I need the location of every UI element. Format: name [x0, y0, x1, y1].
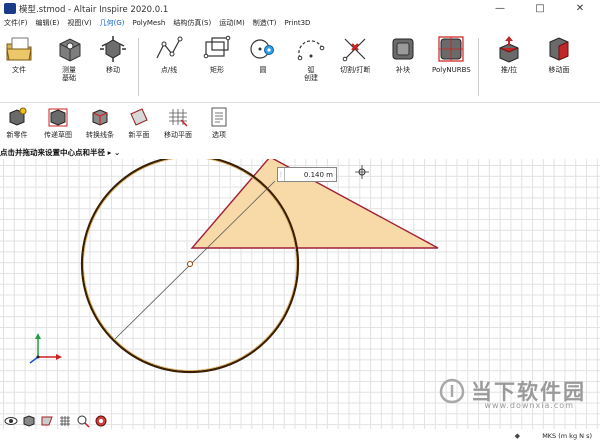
point-line-label: 点/线	[160, 66, 178, 74]
file-button[interactable]: 文件	[4, 34, 34, 74]
move-icon	[100, 36, 126, 62]
circle-label: 圆	[259, 66, 267, 74]
point-line-icon	[156, 36, 183, 59]
new-part-icon	[9, 107, 27, 126]
menu-item-2[interactable]: 视图(V)	[63, 17, 95, 30]
push-pull-icon	[499, 36, 519, 63]
new-plane-icon	[130, 108, 148, 126]
ribbon-divider	[138, 38, 139, 96]
move-plane-button[interactable]: 移动平面	[164, 106, 192, 140]
sketch-tools-bar: 新零件 传递草图 转换线条 新平面 移动平面 选项	[0, 102, 240, 148]
app-logo-icon	[4, 3, 16, 14]
watermark-logo-icon	[439, 378, 465, 404]
crosshair-cursor-icon	[355, 165, 369, 179]
zoom-icon[interactable]	[76, 414, 90, 428]
measure-button[interactable]: 测量 基础	[54, 34, 84, 82]
transfer-sketch-label: 传递草图	[44, 131, 72, 139]
circle-icon	[250, 39, 274, 59]
axis-triad-icon	[29, 333, 62, 364]
eye-visibility-icon[interactable]	[4, 414, 18, 428]
move-face-label: 移动面	[548, 66, 570, 74]
trim-break-icon	[342, 38, 366, 62]
new-part-button[interactable]: 新零件	[6, 106, 28, 140]
view-cube-icon[interactable]	[22, 414, 36, 428]
menu-bar: 文件(F) 编辑(E) 视图(V) 几何(G) PolyMesh 结构仿真(S) 运动(M)…	[0, 17, 600, 31]
polynurbs-label: PolyNURBS	[432, 66, 471, 74]
circle-button[interactable]: 圆	[248, 34, 278, 74]
move-plane-label: 移动平面	[164, 131, 192, 139]
trim-break-label: 切割/打断	[340, 66, 371, 74]
polynurbs-icon	[438, 36, 464, 62]
section-icon[interactable]	[40, 414, 54, 428]
center-point[interactable]	[187, 261, 193, 267]
trim-break-button[interactable]: 切割/打断	[340, 34, 370, 74]
units-indicator-icon: ◆	[514, 432, 520, 440]
menu-item-3[interactable]: 几何(G)	[95, 17, 129, 31]
file-folder-icon	[6, 37, 32, 61]
menu-item-6[interactable]: 运动(M)	[215, 17, 249, 30]
convert-lines-label: 转换线条	[86, 131, 114, 139]
polynurbs-button[interactable]: PolyNURBS	[432, 34, 471, 74]
convert-lines-icon	[92, 109, 108, 126]
title-bar: 模型.stmod - Altair Inspire 2020.0.1 — □ ✕	[0, 0, 600, 17]
patch-label: 补块	[396, 66, 410, 74]
fit-view-icon[interactable]	[94, 414, 108, 428]
units-selector[interactable]: MKS (m kg N s)	[542, 432, 592, 440]
menu-item-0[interactable]: 文件(F)	[0, 17, 32, 30]
radius-dimension-box[interactable]: ⋮	[277, 167, 337, 182]
options-icon	[211, 107, 227, 127]
ribbon: 文件 测量 基础 移动 点/线 矩形 圆 弧 创建 切割/打断 补块 PolyN…	[0, 30, 600, 103]
measure-label: 测量 基础	[62, 66, 76, 82]
options-label: 选项	[212, 131, 226, 139]
radius-value-input[interactable]	[285, 170, 336, 179]
arc-label: 弧 创建	[304, 66, 318, 82]
file-label: 文件	[12, 66, 26, 74]
menu-item-8[interactable]: Print3D	[281, 17, 315, 30]
point-line-button[interactable]: 点/线	[154, 34, 184, 74]
grid-toggle-icon[interactable]	[58, 414, 72, 428]
rectangle-icon	[203, 35, 231, 59]
menu-item-1[interactable]: 编辑(E)	[32, 17, 64, 30]
new-part-label: 新零件	[6, 131, 28, 139]
ribbon-divider	[478, 38, 479, 96]
drag-handle-icon[interactable]: ⋮	[278, 168, 285, 181]
move-label: 移动	[106, 66, 120, 74]
window-title: 模型.stmod - Altair Inspire 2020.0.1	[19, 4, 169, 15]
bottom-toolbar: ◆ MKS (m kg N s)	[0, 410, 600, 443]
transfer-sketch-icon	[48, 108, 68, 127]
close-button[interactable]: ✕	[560, 0, 600, 17]
convert-lines-button[interactable]: 转换线条	[86, 106, 114, 140]
menu-item-7[interactable]: 制造(T)	[249, 17, 281, 30]
arc-button[interactable]: 弧 创建	[296, 34, 326, 82]
push-pull-button[interactable]: 推/拉	[494, 34, 524, 74]
rectangle-label: 矩形	[210, 66, 224, 74]
radius-line	[114, 180, 276, 340]
new-plane-label: 新平面	[128, 131, 150, 139]
rectangle-button[interactable]: 矩形	[202, 34, 232, 74]
move-face-button[interactable]: 移动面	[544, 34, 574, 74]
transfer-sketch-button[interactable]: 传递草图	[44, 106, 72, 140]
minimize-button[interactable]: —	[480, 0, 520, 17]
move-button[interactable]: 移动	[98, 34, 128, 74]
options-button[interactable]: 选项	[208, 106, 230, 140]
new-plane-button[interactable]: 新平面	[128, 106, 150, 140]
patch-icon	[392, 38, 414, 60]
move-face-icon	[549, 37, 569, 61]
instruction-hint: 点击并拖动来设置中心点和半径 ▸ ⌄	[0, 147, 125, 159]
menu-item-4[interactable]: PolyMesh	[129, 17, 170, 30]
move-plane-icon	[169, 109, 188, 127]
menu-item-5[interactable]: 结构仿真(S)	[169, 17, 215, 30]
watermark-url: www.downxia.com	[484, 401, 574, 410]
arc-icon	[297, 40, 325, 61]
patch-button[interactable]: 补块	[388, 34, 418, 74]
maximize-button[interactable]: □	[520, 0, 560, 17]
push-pull-label: 推/拉	[500, 66, 518, 74]
measure-icon	[59, 38, 81, 62]
